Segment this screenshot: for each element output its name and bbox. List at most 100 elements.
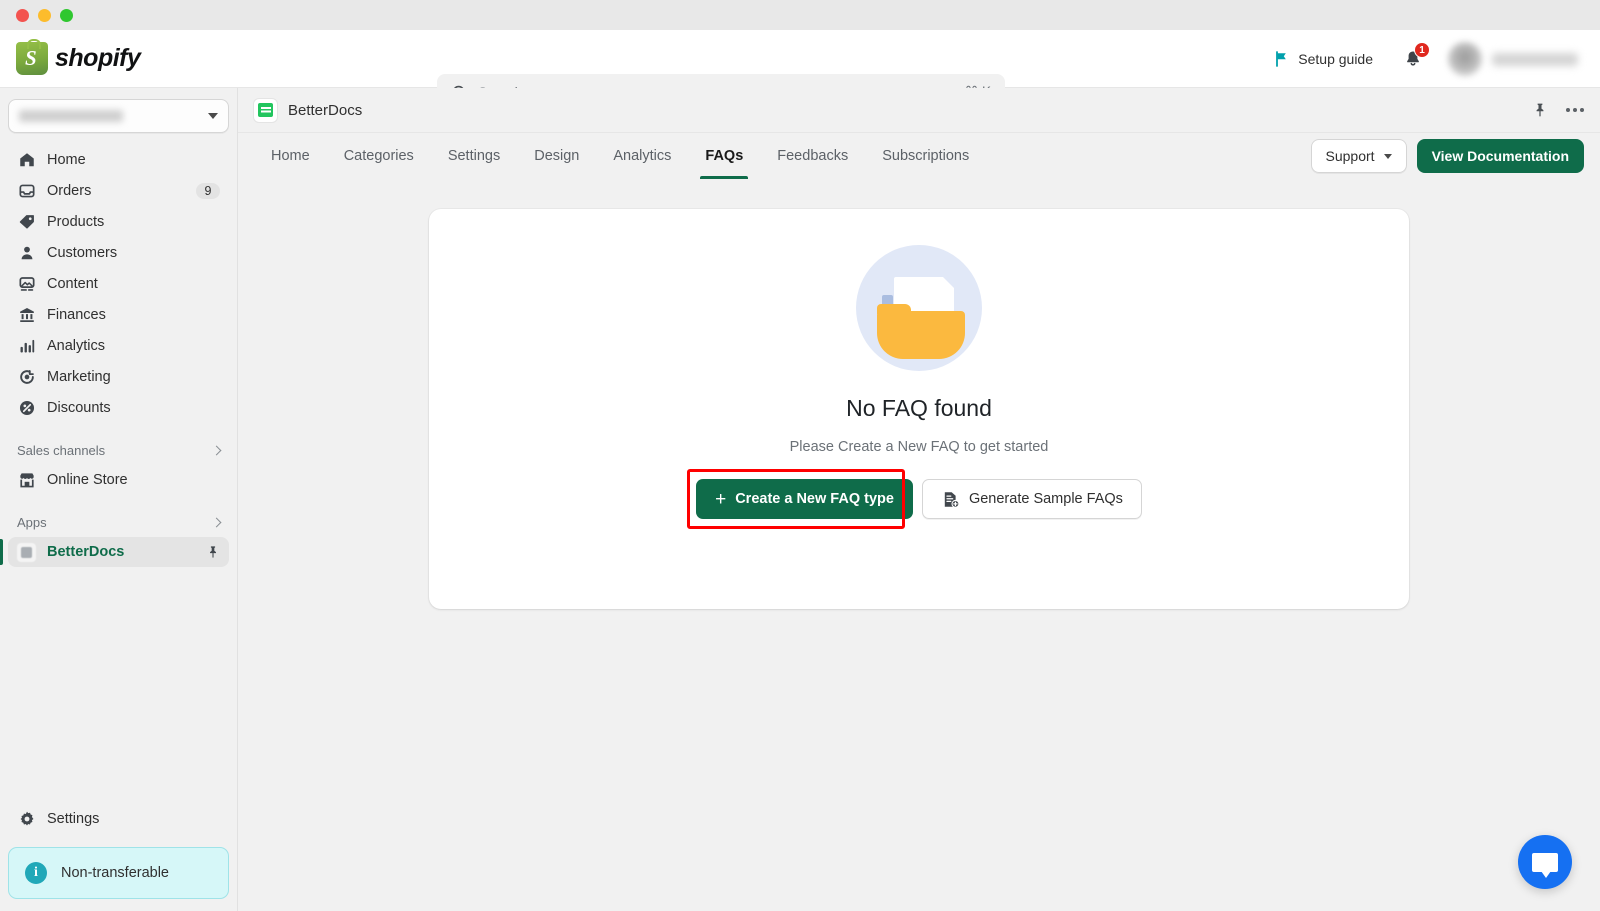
tab-label: Design	[534, 148, 579, 164]
sidebar-item-analytics[interactable]: Analytics	[8, 331, 229, 361]
plus-icon: +	[715, 490, 726, 509]
window-minimize-button[interactable]	[38, 9, 51, 22]
section-title: Apps	[17, 515, 47, 530]
sidebar-item-label: Content	[47, 276, 220, 292]
shopify-wordmark: shopify	[55, 44, 140, 73]
notifications-button[interactable]: 1	[1396, 42, 1430, 76]
tab-faqs[interactable]: FAQs	[688, 133, 760, 179]
generate-sample-faqs-button[interactable]: Generate Sample FAQs	[922, 479, 1142, 519]
store-selector[interactable]	[8, 99, 229, 133]
user-name-redacted	[1492, 53, 1578, 66]
tab-label: Feedbacks	[777, 148, 848, 164]
setup-guide-button[interactable]: Setup guide	[1265, 45, 1382, 73]
main-content: BetterDocs Home Categories Settings Desi…	[238, 88, 1600, 911]
orders-count-badge: 9	[196, 183, 220, 199]
sidebar-item-betterdocs[interactable]: BetterDocs	[8, 537, 229, 567]
empty-state-card: No FAQ found Please Create a New FAQ to …	[429, 209, 1409, 609]
global-topbar: S shopify Search ⌘ K Setup guide	[0, 30, 1600, 88]
sidebar-section-apps[interactable]: Apps	[8, 507, 229, 537]
window-maximize-button[interactable]	[60, 9, 73, 22]
window-close-button[interactable]	[16, 9, 29, 22]
sidebar-item-label: Discounts	[47, 400, 220, 416]
sidebar-spacer	[8, 568, 229, 804]
sidebar-item-customers[interactable]: Customers	[8, 238, 229, 268]
content-image-icon	[17, 275, 36, 294]
generate-sample-faqs-label: Generate Sample FAQs	[969, 491, 1123, 507]
chevron-down-icon	[208, 113, 218, 119]
sidebar-item-content[interactable]: Content	[8, 269, 229, 299]
page-title: BetterDocs	[288, 102, 362, 119]
sidebar-item-label: Analytics	[47, 338, 220, 354]
finances-bank-icon	[17, 306, 36, 325]
flag-icon	[1274, 51, 1290, 67]
tab-analytics[interactable]: Analytics	[596, 133, 688, 179]
non-transferable-notice[interactable]: i Non-transferable	[8, 847, 229, 899]
non-transferable-label: Non-transferable	[61, 865, 169, 881]
sidebar-item-label: Products	[47, 214, 220, 230]
shopify-bag-icon: S	[16, 42, 48, 75]
storefront-icon	[17, 471, 36, 490]
sidebar-item-home[interactable]: Home	[8, 145, 229, 175]
customers-person-icon	[17, 244, 36, 263]
pin-icon[interactable]	[206, 545, 220, 559]
avatar	[1448, 42, 1482, 76]
sidebar-item-marketing[interactable]: Marketing	[8, 362, 229, 392]
create-new-faq-type-button[interactable]: + Create a New FAQ type	[696, 479, 913, 519]
tab-feedbacks[interactable]: Feedbacks	[760, 133, 865, 179]
chevron-down-icon	[1384, 154, 1392, 159]
analytics-bars-icon	[17, 337, 36, 356]
content-area: No FAQ found Please Create a New FAQ to …	[238, 179, 1600, 911]
pin-icon[interactable]	[1532, 102, 1548, 118]
sidebar-item-products[interactable]: Products	[8, 207, 229, 237]
tab-home[interactable]: Home	[254, 133, 327, 179]
products-tag-icon	[17, 213, 36, 232]
empty-state-actions: + Create a New FAQ type Gener	[696, 479, 1142, 519]
window-titlebar	[0, 0, 1600, 30]
tab-subscriptions[interactable]: Subscriptions	[865, 133, 986, 179]
sidebar-item-discounts[interactable]: Discounts	[8, 393, 229, 423]
info-icon: i	[25, 862, 47, 884]
discounts-percent-icon	[17, 399, 36, 418]
support-label: Support	[1326, 148, 1375, 164]
sidebar-item-label: Customers	[47, 245, 220, 261]
sidebar-item-finances[interactable]: Finances	[8, 300, 229, 330]
tab-settings[interactable]: Settings	[431, 133, 517, 179]
illustration-folder	[877, 311, 965, 359]
sidebar-item-label: Online Store	[47, 472, 220, 488]
chevron-right-icon	[212, 445, 222, 455]
sidebar-item-label: Marketing	[47, 369, 220, 385]
support-button[interactable]: Support	[1311, 139, 1407, 173]
sidebar-item-orders[interactable]: Orders 9	[8, 176, 229, 206]
tab-label: Analytics	[613, 148, 671, 164]
marketing-megaphone-icon	[17, 368, 36, 387]
app-titlebar: BetterDocs	[238, 88, 1600, 133]
app-tabbar: Home Categories Settings Design Analytic…	[238, 133, 1600, 179]
betterdocs-app-icon	[254, 99, 277, 122]
gear-icon	[17, 810, 36, 829]
shopify-mark-letter: S	[25, 46, 37, 71]
view-documentation-button[interactable]: View Documentation	[1417, 139, 1584, 173]
sidebar-item-settings[interactable]: Settings	[8, 804, 229, 834]
store-name-redacted	[19, 110, 123, 122]
app-titlebar-actions	[1532, 102, 1584, 118]
sidebar-item-label: Finances	[47, 307, 220, 323]
chat-widget-button[interactable]	[1518, 835, 1572, 889]
notification-badge: 1	[1414, 42, 1430, 58]
sidebar-item-online-store[interactable]: Online Store	[8, 465, 229, 495]
section-title: Sales channels	[17, 443, 105, 458]
tab-categories[interactable]: Categories	[327, 133, 431, 179]
main-sidebar: Home Orders 9 Products Customers	[0, 88, 238, 911]
tab-label: Home	[271, 148, 310, 164]
orders-icon	[17, 182, 36, 201]
create-new-faq-type-label: Create a New FAQ type	[735, 491, 894, 507]
sidebar-section-sales-channels[interactable]: Sales channels	[8, 435, 229, 465]
sidebar-item-label: Settings	[47, 811, 220, 827]
more-horizontal-icon[interactable]	[1566, 108, 1584, 112]
tab-design[interactable]: Design	[517, 133, 596, 179]
empty-folder-illustration	[856, 245, 982, 371]
chevron-right-icon	[212, 517, 222, 527]
shopify-logo[interactable]: S shopify	[0, 42, 238, 75]
empty-state-title: No FAQ found	[846, 395, 992, 422]
user-menu-button[interactable]	[1444, 38, 1586, 80]
chat-bubble-icon	[1532, 853, 1558, 872]
